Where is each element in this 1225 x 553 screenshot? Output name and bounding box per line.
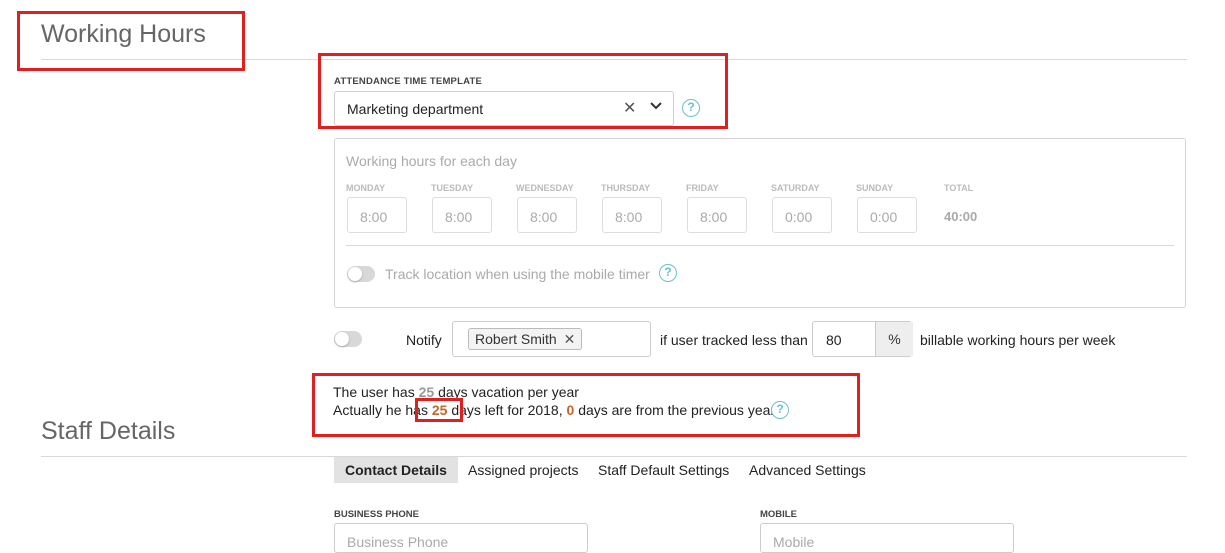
annotation-box-template <box>318 53 728 129</box>
day-label-sunday: SUNDAY <box>856 183 894 193</box>
mobile-label: MOBILE <box>760 509 797 520</box>
staff-details-title: Staff Details <box>41 417 176 445</box>
annotation-box-days-left <box>415 398 463 422</box>
track-location-toggle[interactable] <box>347 266 375 282</box>
day-input-thursday[interactable]: 8:00 <box>602 197 662 233</box>
business-phone-input[interactable]: Business Phone <box>334 523 588 553</box>
business-phone-label: BUSINESS PHONE <box>334 509 419 520</box>
tab-contact-details[interactable]: Contact Details <box>334 457 458 483</box>
tab-assigned-projects[interactable]: Assigned projects <box>457 457 590 483</box>
day-label-saturday: SATURDAY <box>771 183 820 193</box>
total-label: TOTAL <box>944 183 974 193</box>
total-value: 40:00 <box>944 209 978 224</box>
notify-toggle[interactable] <box>334 331 362 347</box>
annotation-box-vacation <box>312 373 860 437</box>
user-tag-label: Robert Smith <box>475 331 557 347</box>
question-circle-icon[interactable]: ? <box>659 264 677 282</box>
day-input-monday[interactable]: 8:00 <box>347 197 407 233</box>
day-input-saturday[interactable]: 0:00 <box>772 197 832 233</box>
tab-staff-default-settings[interactable]: Staff Default Settings <box>587 457 740 483</box>
panel-divider <box>346 245 1174 246</box>
annotation-box-title <box>17 11 245 71</box>
user-tag: Robert Smith ✕ <box>468 328 583 350</box>
percent-addon: % <box>875 322 913 356</box>
day-label-monday: MONDAY <box>346 183 386 193</box>
threshold-input[interactable]: 80 % <box>812 321 913 357</box>
mobile-input[interactable]: Mobile <box>760 523 1014 553</box>
day-input-sunday[interactable]: 0:00 <box>857 197 917 233</box>
day-input-tuesday[interactable]: 8:00 <box>432 197 492 233</box>
day-label-friday: FRIDAY <box>686 183 719 193</box>
threshold-value: 80 <box>826 332 842 348</box>
close-icon[interactable]: ✕ <box>564 331 576 347</box>
notify-label: Notify <box>406 332 442 348</box>
notify-users-input[interactable]: Robert Smith ✕ <box>452 321 651 357</box>
tab-advanced-settings[interactable]: Advanced Settings <box>738 457 877 483</box>
billable-label: billable working hours per week <box>920 332 1116 348</box>
if-tracked-label: if user tracked less than <box>660 332 808 348</box>
day-label-thursday: THURSDAY <box>601 183 651 193</box>
day-label-wednesday: WEDNESDAY <box>516 183 574 193</box>
track-location-label: Track location when using the mobile tim… <box>385 266 650 282</box>
day-label-tuesday: TUESDAY <box>431 183 474 193</box>
day-input-wednesday[interactable]: 8:00 <box>517 197 577 233</box>
day-input-friday[interactable]: 8:00 <box>687 197 747 233</box>
panel-heading: Working hours for each day <box>346 153 517 169</box>
